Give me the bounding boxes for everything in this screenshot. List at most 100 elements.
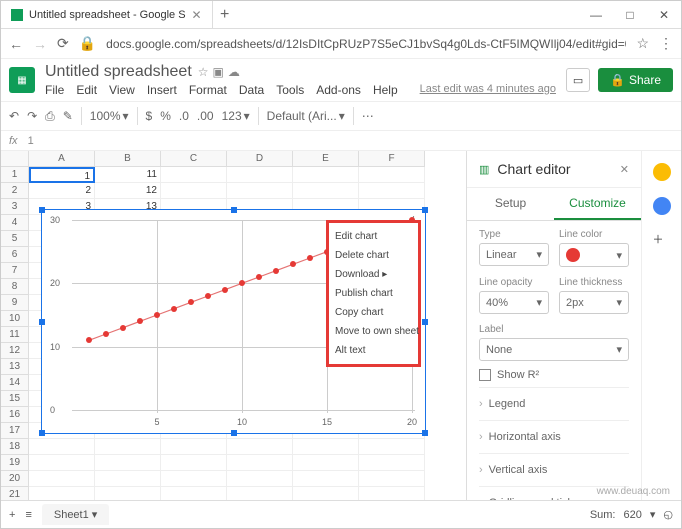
data-point[interactable] bbox=[205, 293, 211, 299]
cell[interactable] bbox=[161, 455, 227, 471]
data-point[interactable] bbox=[256, 274, 262, 280]
cell[interactable]: 2 bbox=[29, 183, 95, 199]
cell[interactable] bbox=[359, 487, 425, 500]
data-point[interactable] bbox=[290, 261, 296, 267]
menu-edit[interactable]: Edit bbox=[76, 83, 97, 97]
row-header[interactable]: 12 bbox=[1, 343, 29, 359]
row-header[interactable]: 6 bbox=[1, 247, 29, 263]
resize-handle[interactable] bbox=[39, 207, 45, 213]
ctx-delete-chart[interactable]: Delete chart bbox=[329, 246, 418, 265]
percent-button[interactable]: % bbox=[160, 109, 171, 123]
row-header[interactable]: 9 bbox=[1, 295, 29, 311]
window-close[interactable]: ✕ bbox=[647, 8, 681, 22]
cell[interactable] bbox=[227, 183, 293, 199]
undo-icon[interactable]: ↶ bbox=[9, 109, 19, 123]
menu-data[interactable]: Data bbox=[239, 83, 264, 97]
section-vertical-axis[interactable]: ›Vertical axis bbox=[479, 453, 629, 486]
cell[interactable] bbox=[227, 167, 293, 183]
menu-format[interactable]: Format bbox=[189, 83, 227, 97]
cell[interactable]: 1 bbox=[29, 167, 95, 183]
data-point[interactable] bbox=[86, 337, 92, 343]
thickness-select[interactable]: 2px▾ bbox=[559, 291, 629, 314]
col-header[interactable]: B bbox=[95, 151, 161, 167]
zoom-select[interactable]: 100% ▾ bbox=[90, 109, 129, 123]
keep-icon[interactable] bbox=[653, 163, 671, 181]
cell[interactable] bbox=[227, 455, 293, 471]
cell[interactable] bbox=[293, 455, 359, 471]
cell[interactable] bbox=[161, 167, 227, 183]
cell[interactable] bbox=[95, 471, 161, 487]
spreadsheet-area[interactable]: ABCDEF1111221233134414567891011121314151… bbox=[1, 151, 466, 500]
data-point[interactable] bbox=[273, 268, 279, 274]
cell[interactable] bbox=[293, 439, 359, 455]
data-point[interactable] bbox=[188, 299, 194, 305]
paint-icon[interactable]: ✎ bbox=[63, 109, 73, 123]
comments-button[interactable]: ▭ bbox=[566, 68, 590, 92]
forward-icon[interactable]: → bbox=[33, 36, 47, 52]
section-legend[interactable]: ›Legend bbox=[479, 387, 629, 420]
ctx-download[interactable]: Download ▸ bbox=[329, 265, 418, 284]
cell[interactable] bbox=[29, 439, 95, 455]
row-header[interactable]: 4 bbox=[1, 215, 29, 231]
sheet-tab[interactable]: Sheet1 ▾ bbox=[42, 504, 109, 525]
row-header[interactable]: 7 bbox=[1, 263, 29, 279]
resize-handle[interactable] bbox=[231, 430, 237, 436]
cell[interactable] bbox=[227, 471, 293, 487]
close-editor-icon[interactable]: ✕ bbox=[620, 163, 629, 176]
label-select[interactable]: None▾ bbox=[479, 338, 629, 361]
cell[interactable] bbox=[161, 487, 227, 500]
cell[interactable] bbox=[359, 167, 425, 183]
sheets-logo[interactable]: ▦ bbox=[9, 67, 35, 93]
row-header[interactable]: 16 bbox=[1, 407, 29, 423]
cell[interactable] bbox=[29, 455, 95, 471]
reload-icon[interactable]: ⟳ bbox=[57, 35, 69, 52]
row-header[interactable]: 3 bbox=[1, 199, 29, 215]
add-addon-icon[interactable]: ＋ bbox=[653, 231, 671, 249]
show-r2-checkbox[interactable]: Show R² bbox=[479, 369, 629, 381]
doc-title[interactable]: Untitled spreadsheet bbox=[45, 63, 192, 81]
menu-add-ons[interactable]: Add-ons bbox=[316, 83, 361, 97]
resize-handle[interactable] bbox=[39, 430, 45, 436]
data-point[interactable] bbox=[120, 325, 126, 331]
cell[interactable] bbox=[293, 487, 359, 500]
row-header[interactable]: 20 bbox=[1, 471, 29, 487]
explore-icon[interactable]: ◵ bbox=[663, 508, 673, 521]
col-header[interactable]: A bbox=[29, 151, 95, 167]
col-header[interactable]: D bbox=[227, 151, 293, 167]
cell[interactable] bbox=[161, 183, 227, 199]
row-header[interactable]: 13 bbox=[1, 359, 29, 375]
data-point[interactable] bbox=[171, 306, 177, 312]
row-header[interactable]: 11 bbox=[1, 327, 29, 343]
cell[interactable] bbox=[227, 439, 293, 455]
cell[interactable] bbox=[359, 471, 425, 487]
col-header[interactable]: F bbox=[359, 151, 425, 167]
share-button[interactable]: 🔒 Share bbox=[598, 68, 673, 92]
currency-button[interactable]: $ bbox=[146, 109, 153, 123]
redo-icon[interactable]: ↷ bbox=[27, 109, 37, 123]
dec-decrease[interactable]: .0 bbox=[179, 109, 189, 123]
menu-file[interactable]: File bbox=[45, 83, 64, 97]
resize-handle[interactable] bbox=[422, 207, 428, 213]
data-point[interactable] bbox=[103, 331, 109, 337]
menu-tools[interactable]: Tools bbox=[276, 83, 304, 97]
cell[interactable]: 12 bbox=[95, 183, 161, 199]
line-color-select[interactable]: ▾ bbox=[559, 243, 629, 267]
cell[interactable] bbox=[359, 439, 425, 455]
cell[interactable] bbox=[29, 487, 95, 500]
menu-insert[interactable]: Insert bbox=[147, 83, 177, 97]
embedded-chart[interactable]: ⋮ 01020305101520 Edit chartDelete chartD… bbox=[41, 209, 426, 434]
font-select[interactable]: Default (Ari... ▾ bbox=[267, 109, 345, 123]
more-toolbar-icon[interactable]: ⋯ bbox=[362, 109, 374, 123]
menu-view[interactable]: View bbox=[109, 83, 135, 97]
row-header[interactable]: 5 bbox=[1, 231, 29, 247]
cloud-icon[interactable]: ☁ bbox=[228, 65, 240, 79]
cell[interactable] bbox=[293, 167, 359, 183]
star-doc-icon[interactable]: ☆ bbox=[198, 65, 209, 79]
row-header[interactable]: 14 bbox=[1, 375, 29, 391]
resize-handle[interactable] bbox=[422, 430, 428, 436]
cell[interactable] bbox=[293, 471, 359, 487]
ctx-edit-chart[interactable]: Edit chart bbox=[329, 227, 418, 246]
ctx-copy-chart[interactable]: Copy chart bbox=[329, 303, 418, 322]
row-header[interactable]: 21 bbox=[1, 487, 29, 500]
tab-setup[interactable]: Setup bbox=[467, 188, 554, 220]
